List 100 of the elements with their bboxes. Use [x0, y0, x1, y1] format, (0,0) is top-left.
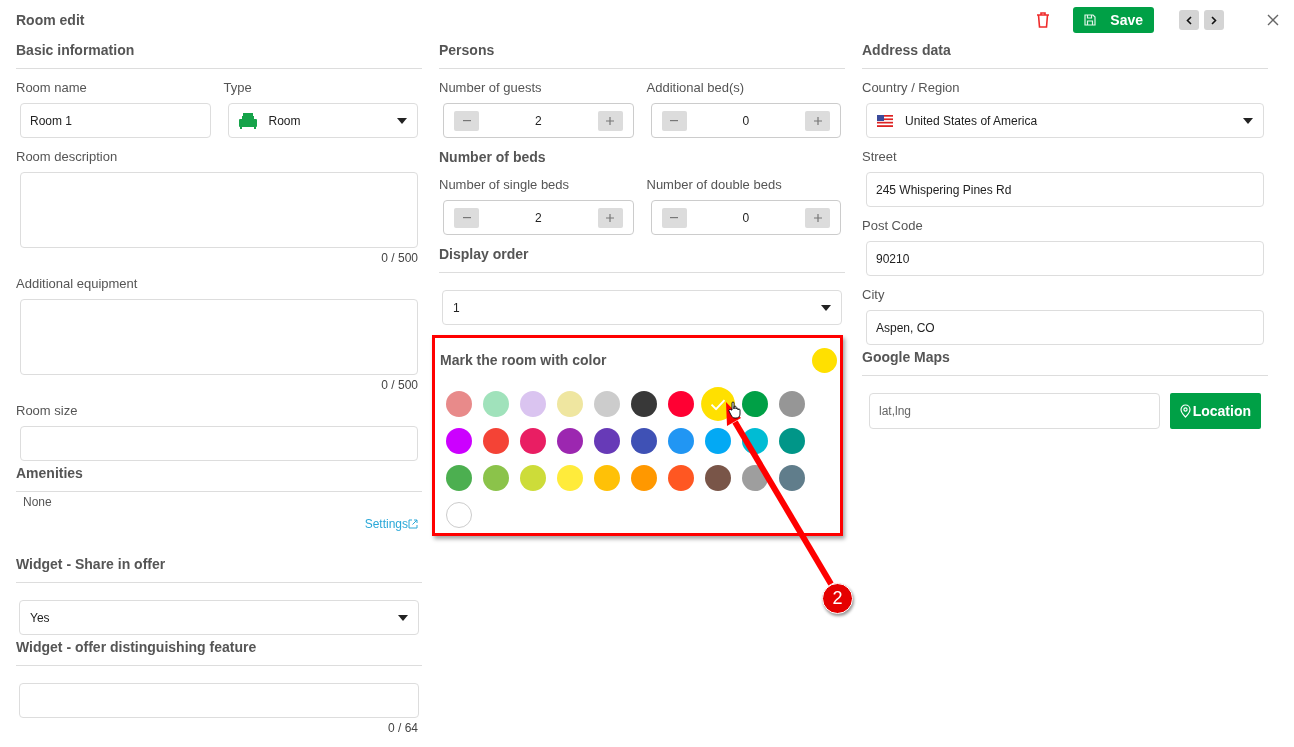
number-stepper[interactable]: 0 [650, 200, 841, 235]
hand-cursor-icon [728, 401, 742, 419]
checkmark-icon [710, 398, 726, 410]
coordinates-field[interactable]: lat,lng [869, 393, 1160, 429]
field-label: Room size [16, 403, 79, 419]
color-picker-title: Mark the room with color [440, 351, 607, 370]
minus-icon [670, 119, 678, 122]
field-label: Type [223, 80, 253, 96]
chevron-right-icon [1211, 15, 1217, 25]
color-swatch[interactable] [520, 428, 546, 454]
text-field[interactable]: Room 1 [20, 103, 211, 138]
chevron-left-icon [1186, 15, 1192, 25]
selected-color-preview [812, 348, 837, 373]
color-swatch[interactable] [483, 465, 509, 491]
text-field[interactable]: 245 Whispering Pines Rd [866, 172, 1264, 207]
field-label: Country / Region [862, 80, 961, 96]
section-heading: Basic information [16, 42, 135, 58]
color-swatch[interactable] [557, 465, 583, 491]
color-swatch[interactable] [557, 391, 583, 417]
text-field[interactable] [19, 683, 419, 718]
field-label: Number of guests [439, 80, 543, 96]
dropdown-caret-icon [398, 614, 408, 621]
text-field[interactable]: Aspen, CO [866, 310, 1264, 345]
character-counter: 0 / 500 [380, 378, 419, 392]
increment-button[interactable] [597, 207, 623, 228]
increment-button[interactable] [805, 110, 830, 131]
color-swatch[interactable] [668, 465, 694, 491]
section-heading: Persons [439, 42, 495, 58]
bed-icon [238, 112, 257, 129]
decrement-button[interactable] [454, 207, 479, 228]
field-label: Street [862, 149, 898, 165]
section-heading: Google Maps [862, 349, 950, 365]
dropdown[interactable]: Room [227, 103, 418, 138]
step-number-badge: 2 [822, 583, 853, 614]
text-field[interactable]: 90210 [866, 241, 1264, 276]
next-button[interactable] [1204, 10, 1224, 30]
section-heading: Widget - offer distinguishing feature [16, 639, 257, 655]
text-area[interactable] [20, 299, 418, 375]
window-title: Room edit [16, 10, 85, 30]
color-swatch[interactable] [557, 428, 583, 454]
number-stepper[interactable]: 0 [650, 103, 841, 138]
color-swatch[interactable] [742, 391, 768, 417]
text-area[interactable] [20, 172, 418, 248]
flag-icon [877, 114, 893, 127]
color-swatch[interactable] [594, 391, 620, 417]
dropdown[interactable]: 1 [442, 290, 842, 325]
number-value: 2 [533, 209, 543, 227]
color-swatch[interactable] [668, 428, 694, 454]
field-label: Number of single beds [439, 177, 571, 193]
text-field[interactable] [20, 426, 418, 461]
dropdown-caret-icon [1243, 117, 1253, 124]
trash-icon [1036, 12, 1051, 28]
color-swatch[interactable] [446, 502, 472, 528]
dropdown[interactable]: Yes [19, 600, 419, 635]
color-swatch[interactable] [779, 391, 805, 417]
color-swatch[interactable] [446, 391, 472, 417]
color-swatch[interactable] [631, 428, 657, 454]
minus-icon [670, 216, 678, 219]
dropdown-caret-icon [821, 304, 831, 311]
color-swatch[interactable] [631, 391, 657, 417]
color-swatch[interactable] [446, 465, 472, 491]
field-label: Number of double beds [646, 177, 783, 193]
previous-button[interactable] [1179, 10, 1199, 30]
field-label: Additional bed(s) [646, 80, 746, 96]
number-stepper[interactable]: 2 [443, 103, 634, 138]
color-swatch[interactable] [520, 391, 546, 417]
close-button[interactable] [1266, 13, 1280, 27]
color-swatch[interactable] [779, 465, 805, 491]
number-stepper[interactable]: 2 [443, 200, 634, 235]
field-label: Additional equipment [16, 276, 139, 292]
color-swatch[interactable] [594, 428, 620, 454]
field-label: Post Code [862, 218, 924, 234]
field-label: Room name [16, 80, 88, 96]
dropdown[interactable]: United States of America [866, 103, 1264, 138]
color-swatch[interactable] [446, 428, 472, 454]
number-value: 0 [741, 209, 751, 227]
plus-icon [606, 213, 614, 222]
color-swatch[interactable] [779, 428, 805, 454]
decrement-button[interactable] [661, 207, 687, 228]
external-link-icon [408, 519, 418, 529]
number-value: 2 [533, 112, 543, 130]
color-swatch[interactable] [520, 465, 546, 491]
decrement-button[interactable] [661, 110, 687, 131]
color-swatch[interactable] [483, 428, 509, 454]
decrement-button[interactable] [454, 110, 479, 131]
color-swatch[interactable] [594, 465, 620, 491]
color-swatch[interactable] [705, 428, 731, 454]
character-counter: 0 / 500 [380, 251, 419, 265]
minus-icon [462, 119, 471, 122]
plus-icon [813, 116, 822, 125]
increment-button[interactable] [805, 207, 830, 228]
amenities-value: None [22, 495, 52, 509]
increment-button[interactable] [597, 110, 623, 131]
color-swatch[interactable] [668, 391, 694, 417]
section-heading: Number of beds [439, 148, 547, 166]
color-swatch[interactable] [483, 391, 509, 417]
color-swatch[interactable] [705, 465, 731, 491]
color-swatch[interactable] [631, 465, 657, 491]
field-label: City [862, 287, 886, 303]
field-label: Room description [16, 149, 119, 165]
